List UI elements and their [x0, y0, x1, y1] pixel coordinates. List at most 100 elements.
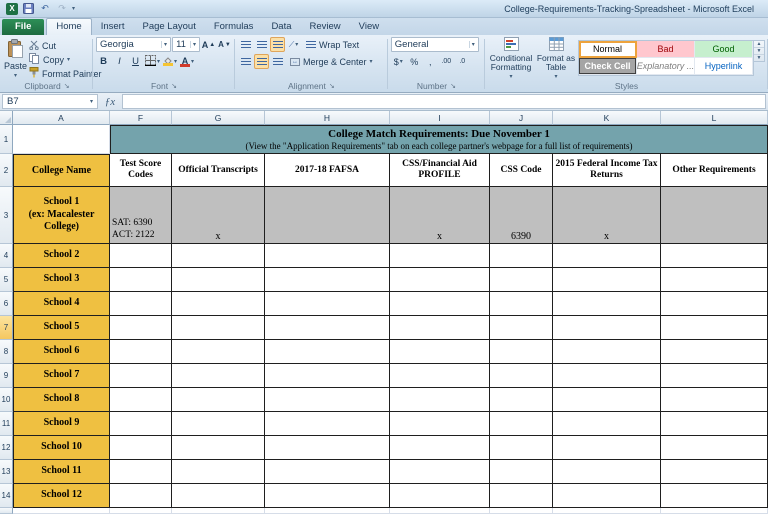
cell[interactable] [110, 340, 172, 364]
row-header-2[interactable]: 2 [0, 154, 13, 187]
col-header-k[interactable]: K [553, 111, 661, 125]
cell[interactable] [390, 460, 490, 484]
cell[interactable] [390, 412, 490, 436]
merge-center-button[interactable]: ↔ Merge & Center ▾ [290, 55, 373, 68]
tab-data[interactable]: Data [262, 19, 300, 35]
underline-button[interactable]: U [128, 54, 143, 69]
school-1-other-cell[interactable] [661, 187, 768, 244]
cell[interactable] [110, 508, 172, 514]
cell[interactable] [110, 292, 172, 316]
cell[interactable] [490, 388, 553, 412]
tab-view[interactable]: View [350, 19, 388, 35]
row-header-1[interactable]: 1 [0, 125, 13, 154]
cell[interactable] [172, 244, 265, 268]
cell[interactable] [265, 292, 390, 316]
wrap-text-button[interactable]: Wrap Text [306, 38, 359, 51]
cell[interactable] [661, 412, 768, 436]
cell[interactable] [661, 316, 768, 340]
row-header-7-selected[interactable]: 7 [0, 316, 13, 340]
cell[interactable] [265, 412, 390, 436]
font-dialog-launcher-icon[interactable]: ↘ [171, 82, 177, 90]
style-good[interactable]: Good [695, 41, 753, 58]
col-header-f[interactable]: F [110, 111, 172, 125]
cell[interactable] [172, 364, 265, 388]
cell[interactable] [553, 268, 661, 292]
cell[interactable] [390, 388, 490, 412]
cell[interactable] [390, 436, 490, 460]
cell[interactable] [172, 268, 265, 292]
row-header-10[interactable]: 10 [0, 388, 13, 412]
row-header-6[interactable]: 6 [0, 292, 13, 316]
college-name-header-cell[interactable]: College Name [13, 154, 110, 187]
col-header-a[interactable]: A [13, 111, 110, 125]
name-box[interactable]: B7 ▾ [2, 94, 98, 109]
cell[interactable] [110, 460, 172, 484]
school-name-cell[interactable]: School 4 [13, 292, 110, 316]
cell[interactable] [110, 436, 172, 460]
col-header-i[interactable]: I [390, 111, 490, 125]
font-color-button[interactable]: A ▾ [179, 54, 195, 69]
row-header-partial[interactable] [0, 508, 13, 514]
cell[interactable] [553, 508, 661, 514]
cell[interactable] [110, 316, 172, 340]
row-header-12[interactable]: 12 [0, 436, 13, 460]
cell[interactable] [265, 268, 390, 292]
tab-review[interactable]: Review [301, 19, 350, 35]
copy-button[interactable]: Copy ▾ [29, 53, 102, 66]
cut-button[interactable]: Cut [29, 39, 102, 52]
cell[interactable] [553, 412, 661, 436]
align-middle-button[interactable] [254, 37, 269, 52]
cell[interactable] [172, 436, 265, 460]
header-css-code[interactable]: CSS Code [490, 154, 553, 187]
cell[interactable] [661, 244, 768, 268]
increase-decimal-button[interactable]: .00 [439, 54, 454, 69]
school-1-css-code-cell[interactable]: 6390 [490, 187, 553, 244]
row-header-13[interactable]: 13 [0, 460, 13, 484]
cell[interactable] [553, 292, 661, 316]
gallery-down-icon[interactable]: ▼ [754, 48, 764, 55]
style-bad[interactable]: Bad [637, 41, 695, 58]
cell[interactable] [265, 508, 390, 514]
cell[interactable] [490, 436, 553, 460]
align-bottom-button[interactable] [270, 37, 285, 52]
school-name-cell[interactable]: School 3 [13, 268, 110, 292]
bold-button[interactable]: B [96, 54, 111, 69]
cell[interactable] [172, 388, 265, 412]
borders-button[interactable]: ▾ [144, 54, 161, 69]
cell[interactable] [661, 460, 768, 484]
header-other-requirements[interactable]: Other Requirements [661, 154, 768, 187]
cell[interactable] [553, 244, 661, 268]
number-dialog-launcher-icon[interactable]: ↘ [450, 82, 456, 90]
insert-function-icon[interactable]: ƒx [100, 96, 120, 108]
gallery-more-icon[interactable]: ▼ [754, 55, 764, 61]
header-official-transcripts[interactable]: Official Transcripts [172, 154, 265, 187]
undo-icon[interactable]: ↶ [38, 2, 52, 15]
school-name-cell[interactable]: School 8 [13, 388, 110, 412]
save-icon[interactable] [21, 2, 35, 15]
number-format-select[interactable]: General▾ [391, 37, 479, 52]
cell[interactable] [390, 244, 490, 268]
align-right-button[interactable] [270, 54, 285, 69]
cell[interactable] [172, 484, 265, 508]
gallery-up-icon[interactable]: ▲ [754, 41, 764, 48]
cell[interactable] [661, 436, 768, 460]
cell[interactable] [172, 460, 265, 484]
cell[interactable] [265, 436, 390, 460]
cell[interactable] [390, 484, 490, 508]
alignment-dialog-launcher-icon[interactable]: ↘ [329, 82, 335, 90]
cell[interactable] [490, 316, 553, 340]
redo-icon[interactable]: ↷ [55, 2, 69, 15]
row-header-4[interactable]: 4 [0, 244, 13, 268]
school-name-cell[interactable]: School 6 [13, 340, 110, 364]
school-name-cell[interactable]: School 11 [13, 460, 110, 484]
school-name-cell[interactable]: School 12 [13, 484, 110, 508]
cell[interactable] [553, 364, 661, 388]
cell[interactable] [553, 340, 661, 364]
tab-file[interactable]: File [2, 19, 44, 35]
school-1-tax-returns-cell[interactable]: x [553, 187, 661, 244]
cell[interactable] [490, 412, 553, 436]
cell[interactable] [13, 508, 110, 514]
cell[interactable] [490, 484, 553, 508]
cell[interactable] [172, 508, 265, 514]
row-header-8[interactable]: 8 [0, 340, 13, 364]
